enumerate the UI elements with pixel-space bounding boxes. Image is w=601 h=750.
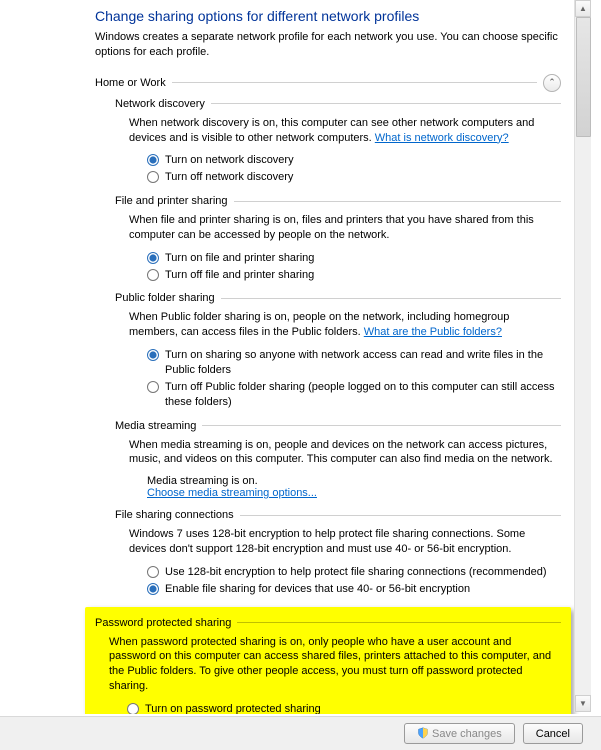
profile-label: Home or Work <box>95 77 166 89</box>
section-title: Media streaming <box>115 420 196 432</box>
radio-network-discovery-on[interactable] <box>147 154 159 166</box>
radio-public-folder-on[interactable] <box>147 349 159 361</box>
divider <box>240 515 561 516</box>
divider <box>172 82 537 83</box>
section-description: When password protected sharing is on, o… <box>109 635 561 694</box>
section-media-streaming: Media streaming When media streaming is … <box>115 420 561 500</box>
section-description: When Public folder sharing is on, people… <box>129 310 561 340</box>
radio-password-protected-on[interactable] <box>127 703 139 714</box>
radio-128bit-encryption[interactable] <box>147 566 159 578</box>
page-title: Change sharing options for different net… <box>95 8 561 24</box>
radio-label[interactable]: Turn on password protected sharing <box>145 702 561 714</box>
button-label: Save changes <box>432 728 502 740</box>
section-title: File and printer sharing <box>115 195 228 207</box>
divider <box>237 622 561 623</box>
radio-file-printer-off[interactable] <box>147 269 159 281</box>
section-public-folder-sharing: Public folder sharing When Public folder… <box>115 292 561 409</box>
radio-label[interactable]: Turn on sharing so anyone with network a… <box>165 348 561 378</box>
divider <box>202 425 561 426</box>
vertical-scrollbar[interactable]: ▲ ▼ <box>574 0 591 712</box>
cancel-button[interactable]: Cancel <box>523 723 583 744</box>
media-status-text: Media streaming is on. <box>147 475 561 487</box>
radio-label[interactable]: Turn on file and printer sharing <box>165 251 561 266</box>
section-description: When file and printer sharing is on, fil… <box>129 213 561 243</box>
highlight-password-protected: Password protected sharing When password… <box>85 607 571 714</box>
link-what-is-network-discovery[interactable]: What is network discovery? <box>375 132 509 144</box>
section-password-protected-sharing: Password protected sharing When password… <box>95 617 561 714</box>
radio-label[interactable]: Turn off Public folder sharing (people l… <box>165 380 561 410</box>
footer-bar: Save changes Cancel <box>0 716 601 750</box>
section-title: Public folder sharing <box>115 292 215 304</box>
link-media-streaming-options[interactable]: Choose media streaming options... <box>147 487 317 499</box>
section-file-sharing-connections: File sharing connections Windows 7 uses … <box>115 509 561 596</box>
shield-icon <box>417 727 429 739</box>
radio-network-discovery-off[interactable] <box>147 171 159 183</box>
radio-label[interactable]: Use 128-bit encryption to help protect f… <box>165 565 561 580</box>
section-description: When network discovery is on, this compu… <box>129 116 561 146</box>
chevron-up-icon[interactable]: ⌃ <box>543 74 561 92</box>
radio-label[interactable]: Enable file sharing for devices that use… <box>165 582 561 597</box>
section-description: Windows 7 uses 128-bit encryption to hel… <box>129 527 561 557</box>
profile-header-home-work[interactable]: Home or Work ⌃ <box>95 74 561 92</box>
section-file-printer-sharing: File and printer sharing When file and p… <box>115 195 561 282</box>
radio-file-printer-on[interactable] <box>147 252 159 264</box>
radio-public-folder-off[interactable] <box>147 381 159 393</box>
radio-label[interactable]: Turn on network discovery <box>165 153 561 168</box>
section-title: Password protected sharing <box>95 617 231 629</box>
section-description: When media streaming is on, people and d… <box>129 438 561 468</box>
radio-40-56bit-encryption[interactable] <box>147 583 159 595</box>
divider <box>211 103 561 104</box>
radio-label[interactable]: Turn off file and printer sharing <box>165 268 561 283</box>
section-title: Network discovery <box>115 98 205 110</box>
section-title: File sharing connections <box>115 509 234 521</box>
radio-label[interactable]: Turn off network discovery <box>165 170 561 185</box>
link-what-are-public-folders[interactable]: What are the Public folders? <box>364 326 502 338</box>
scrollbar-thumb[interactable] <box>576 17 591 137</box>
scroll-up-arrow-icon[interactable]: ▲ <box>575 0 591 17</box>
divider <box>221 298 561 299</box>
save-changes-button[interactable]: Save changes <box>404 723 515 744</box>
divider <box>234 201 561 202</box>
section-network-discovery: Network discovery When network discovery… <box>115 98 561 185</box>
page-description: Windows creates a separate network profi… <box>95 30 561 60</box>
scroll-down-arrow-icon[interactable]: ▼ <box>575 695 591 712</box>
